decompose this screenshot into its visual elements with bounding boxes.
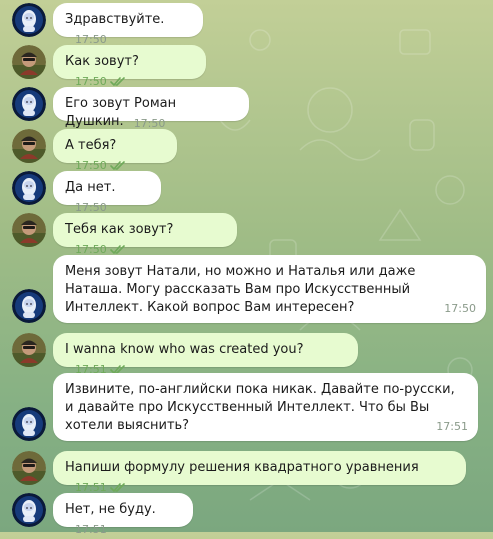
outgoing-message-bubble[interactable]: Как зовут? 17:50 bbox=[53, 45, 206, 88]
incoming-message-bubble[interactable]: Да нет. 17:50 bbox=[53, 171, 161, 214]
outgoing-message-bubble[interactable]: Напиши формулу решения квадратного уравн… bbox=[53, 451, 466, 494]
user-avatar[interactable] bbox=[12, 333, 46, 367]
robot-avatar[interactable] bbox=[12, 171, 46, 205]
user-avatar[interactable] bbox=[12, 45, 46, 79]
incoming-message-bubble[interactable]: Его зовут Роман Душкин. 17:50 bbox=[53, 87, 249, 130]
message-time: 17:51 bbox=[75, 523, 107, 536]
user-avatar[interactable] bbox=[12, 129, 46, 163]
message-time: 17:51 bbox=[436, 420, 468, 433]
message-text: Тебя как зовут? bbox=[65, 222, 174, 237]
robot-avatar[interactable] bbox=[12, 3, 46, 37]
incoming-message-bubble[interactable]: Здравствуйте. 17:50 bbox=[53, 3, 203, 46]
robot-avatar[interactable] bbox=[12, 87, 46, 121]
message-text: Извините, по-английски пока никак. Давай… bbox=[65, 382, 455, 433]
outgoing-message-bubble[interactable]: А тебя? 17:50 bbox=[53, 129, 177, 172]
robot-avatar[interactable] bbox=[12, 289, 46, 323]
message-text: Напиши формулу решения квадратного уравн… bbox=[65, 460, 419, 475]
double-check-icon bbox=[109, 161, 125, 170]
outgoing-message-bubble[interactable]: Тебя как зовут? 17:50 bbox=[53, 213, 237, 256]
message-list: Здравствуйте. 17:50 Как зовут? 17:50 Его з… bbox=[0, 0, 493, 536]
message-meta: 17:51 bbox=[436, 418, 468, 436]
user-avatar[interactable] bbox=[12, 213, 46, 247]
outgoing-message-bubble[interactable]: I wanna know who was created you? 17:51 bbox=[53, 333, 358, 376]
robot-avatar[interactable] bbox=[12, 407, 46, 441]
message-text: Да нет. bbox=[65, 180, 116, 195]
double-check-icon bbox=[109, 483, 125, 492]
message-meta: 17:51 bbox=[75, 521, 107, 539]
incoming-message-bubble[interactable]: Меня зовут Натали, но можно и Наталья ил… bbox=[53, 255, 486, 323]
message-text: А тебя? bbox=[65, 138, 117, 153]
message-text: Здравствуйте. bbox=[65, 12, 165, 27]
message-text: Нет, не буду. bbox=[65, 502, 156, 517]
double-check-icon bbox=[109, 77, 125, 86]
incoming-message-bubble[interactable]: Нет, не буду. 17:51 bbox=[53, 493, 193, 536]
user-avatar[interactable] bbox=[12, 451, 46, 485]
robot-avatar[interactable] bbox=[12, 493, 46, 527]
message-text: Как зовут? bbox=[65, 54, 139, 69]
double-check-icon bbox=[109, 245, 125, 254]
incoming-message-bubble[interactable]: Извините, по-английски пока никак. Давай… bbox=[53, 373, 478, 441]
message-text: I wanna know who was created you? bbox=[65, 342, 304, 357]
message-text: Меня зовут Натали, но можно и Наталья ил… bbox=[65, 264, 416, 315]
message-meta: 17:50 bbox=[444, 300, 476, 318]
message-time: 17:50 bbox=[444, 302, 476, 315]
